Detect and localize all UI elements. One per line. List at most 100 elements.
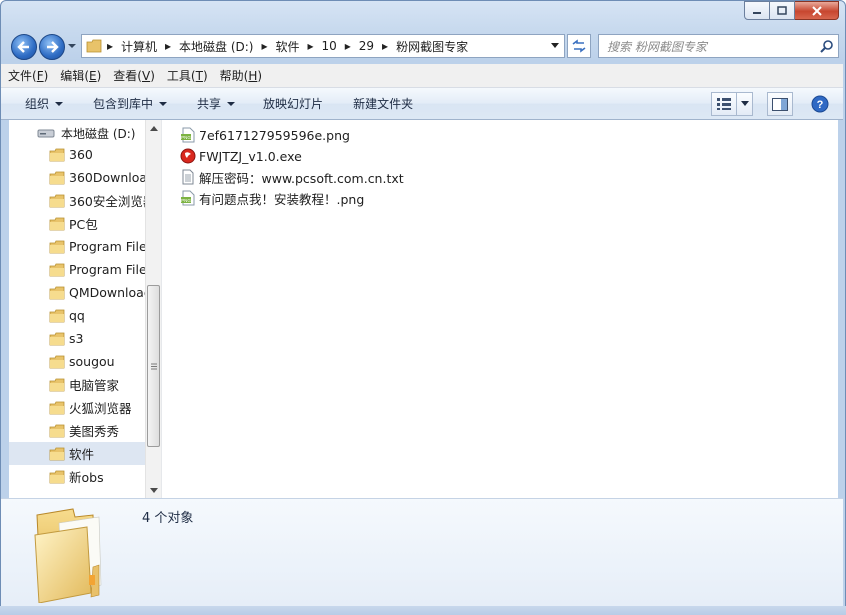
txt-file-icon [182,169,194,185]
breadcrumb-item[interactable]: ▸ 粉网截图专家 [377,35,471,57]
tree-folder-item[interactable]: 360Downloads [9,166,145,189]
tree-folder-item[interactable]: 软件 [9,442,145,465]
search-icon[interactable] [816,39,838,53]
folder-icon [49,447,65,460]
scroll-down-button[interactable] [146,482,162,498]
folder-icon [86,39,102,53]
search-input[interactable]: 搜索 粉网截图专家 [599,38,816,55]
tree-item-label: Program Files [69,239,145,254]
tree-item-drive-d[interactable]: 本地磁盘 (D:) [37,123,135,143]
tree-folder-item[interactable]: QMDownload [9,281,145,304]
file-item[interactable]: PNG 7ef617127959596e.png [180,125,350,145]
organize-button[interactable]: 组织 [1,88,75,119]
forward-arrow-icon [47,41,59,53]
refresh-button[interactable] [567,34,591,58]
file-name: 7ef617127959596e.png [199,127,350,143]
tree-folder-item[interactable]: 360 [9,143,145,166]
svg-text:PNG: PNG [181,198,191,203]
search-box[interactable]: 搜索 粉网截图专家 [598,34,839,58]
breadcrumb-chevron-icon[interactable]: ▸ [377,39,393,53]
recent-pages-dropdown-icon[interactable] [67,41,77,51]
breadcrumb-chevron-icon[interactable]: ▸ [160,39,176,53]
menu-edit-accelerator: E [89,69,97,83]
scroll-up-button[interactable] [146,120,162,136]
folder-icon [49,309,65,322]
address-bar[interactable]: ▸ 计算机 ▸ 本地磁盘 (D:) ▸ 软件 ▸ 10 ▸ 29 ▸ 粉网截图专… [81,34,565,58]
breadcrumb-chevron-icon[interactable]: ▸ [256,39,272,53]
menu-file[interactable]: 文件(F) [1,67,53,84]
minimize-button[interactable] [744,1,770,20]
chevron-down-icon [227,101,236,106]
breadcrumb-item[interactable]: ▸ 计算机 [102,35,160,57]
breadcrumb-item[interactable]: ▸ 本地磁盘 (D:) [160,35,256,57]
tree-folder-item[interactable]: Program Files [9,258,145,281]
menu-edit[interactable]: 编辑(E) [53,67,106,84]
tree-folder-item[interactable]: PC包 [9,212,145,235]
breadcrumb-label[interactable]: 软件 [272,38,302,55]
tree-folder-item[interactable]: qq [9,304,145,327]
preview-pane-button[interactable] [767,92,793,116]
large-folder-icon [34,508,102,603]
breadcrumb-chevron-icon[interactable]: ▸ [303,39,319,53]
tree-folder-item[interactable]: 美图秀秀 [9,419,145,442]
menu-tools-accelerator: T [195,69,203,83]
breadcrumb-chevron-icon[interactable]: ▸ [102,39,118,53]
folder-icon [49,286,65,299]
tree-folder-item[interactable]: 新obs [9,465,145,488]
back-button[interactable] [11,34,37,60]
tree-folder-item[interactable]: 火狐浏览器 [9,396,145,419]
menu-view-label: 查看 [113,69,138,83]
breadcrumb-item[interactable]: ▸ 软件 [256,35,302,57]
folder-icon [49,332,65,345]
folder-icon [49,401,65,414]
back-arrow-icon [17,41,29,53]
maximize-button[interactable] [770,1,795,20]
tree-folder-item[interactable]: Program Files [9,235,145,258]
change-view-button[interactable] [711,92,737,116]
tree-folder-item[interactable]: 360安全浏览器 [9,189,145,212]
scroll-up-icon [150,125,158,131]
organize-label: 组织 [25,97,50,111]
scrollbar-thumb[interactable] [147,285,160,447]
menu-view[interactable]: 查看(V) [106,67,160,84]
help-button[interactable]: ? [807,92,833,116]
tree-folder-item[interactable]: sougou [9,350,145,373]
file-item[interactable]: FWJTZJ_v1.0.exe [180,146,302,166]
folder-icon [49,240,65,253]
command-bar: 组织 包含到库中 共享 放映幻灯片 新建文件夹 ? [1,88,843,120]
menu-bar: 文件(F) 编辑(E) 查看(V) 工具(T) 帮助(H) [1,64,843,88]
tree-folder-item[interactable]: s3 [9,327,145,350]
hard-drive-icon [37,129,55,138]
menu-file-label: 文件 [8,69,33,83]
include-in-library-button[interactable]: 包含到库中 [75,88,179,119]
breadcrumb-label[interactable]: 粉网截图专家 [393,38,471,55]
close-button[interactable] [795,1,839,20]
preview-pane-icon [772,97,788,111]
forward-button[interactable] [39,34,65,60]
address-history-dropdown-icon[interactable] [550,42,560,50]
menu-help[interactable]: 帮助(H) [213,67,267,84]
tree-item-label: QMDownload [69,285,145,300]
tree-folder-item[interactable]: 电脑管家 [9,373,145,396]
share-button[interactable]: 共享 [179,88,247,119]
folder-icon [49,263,65,276]
nav-pane-scrollbar[interactable] [145,120,161,498]
breadcrumb-label[interactable]: 10 [319,39,340,53]
view-options-dropdown[interactable] [737,92,753,116]
minimize-icon [753,11,761,14]
breadcrumb-chevron-icon[interactable]: ▸ [340,39,356,53]
menu-tools[interactable]: 工具(T) [160,67,213,84]
breadcrumb-item[interactable]: ▸ 29 [340,35,377,57]
file-item[interactable]: 解压密码：www.pcsoft.com.cn.txt [180,167,404,187]
tree-item-label: 美图秀秀 [69,424,120,439]
breadcrumb-label[interactable]: 计算机 [118,38,160,55]
new-folder-button[interactable]: 新建文件夹 [335,88,425,119]
tree-item-label: qq [69,308,85,323]
breadcrumb-label[interactable]: 本地磁盘 (D:) [176,38,256,55]
breadcrumb-item[interactable]: ▸ 10 [303,35,340,57]
details-pane: 4 个对象 [1,498,843,606]
file-name: FWJTZJ_v1.0.exe [199,148,302,164]
slideshow-button[interactable]: 放映幻灯片 [247,88,335,119]
file-item[interactable]: PNG 有问题点我！安装教程！.png [180,188,364,208]
breadcrumb-label[interactable]: 29 [356,39,377,53]
